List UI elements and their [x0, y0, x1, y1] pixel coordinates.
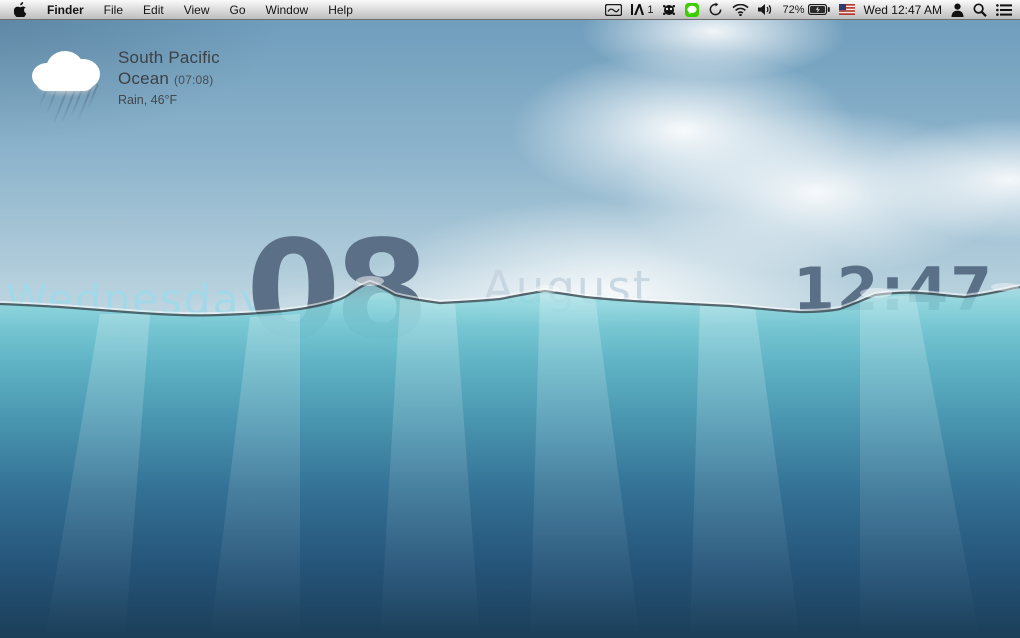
line-messenger-icon — [685, 3, 699, 17]
menu-bar: Finder File Edit View Go Window Help 1 — [0, 0, 1020, 20]
bug-icon — [662, 3, 676, 17]
menu-bar-status-area: 1 — [605, 0, 1020, 19]
apple-icon — [14, 2, 27, 17]
menu-extra-sync[interactable] — [708, 0, 723, 19]
menu-go[interactable]: Go — [220, 0, 256, 19]
ocean-water — [0, 269, 1020, 638]
search-icon — [973, 3, 987, 17]
menu-extra-input-flag[interactable] — [839, 0, 855, 19]
desktop-wallpaper[interactable]: Wednesday 08 August 12:47 — [0, 19, 1020, 638]
macos-desktop: Finder File Edit View Go Window Help 1 — [0, 0, 1020, 638]
menu-file[interactable]: File — [94, 0, 133, 19]
weather-location-line2: Ocean — [118, 69, 169, 88]
weather-widget: South Pacific Ocean (07:08) Rain, 46°F — [24, 41, 220, 125]
menu-extra-user[interactable] — [951, 0, 964, 19]
weather-report-time: (07:08) — [174, 73, 213, 87]
menu-clock[interactable]: Wed 12:47 AM — [864, 0, 943, 19]
battery-percent: 72% — [782, 4, 804, 16]
menu-finder[interactable]: Finder — [37, 0, 94, 19]
volume-icon — [758, 3, 773, 16]
app-a-icon — [631, 3, 644, 16]
clock-text: Wed 12:47 AM — [864, 3, 943, 17]
app-a-count: 1 — [647, 4, 653, 16]
display-wave-icon — [605, 4, 622, 16]
menu-bar-left: Finder File Edit View Go Window Help — [0, 0, 363, 19]
notification-center-icon — [996, 4, 1012, 16]
menu-edit[interactable]: Edit — [133, 0, 174, 19]
menu-extra-display[interactable] — [605, 0, 622, 19]
wifi-icon — [732, 4, 749, 16]
menu-extra-line[interactable] — [685, 0, 699, 19]
menu-extra-volume[interactable] — [758, 0, 773, 19]
menu-window[interactable]: Window — [256, 0, 319, 19]
menu-extra-battery[interactable]: 72% — [782, 0, 829, 19]
weather-location-line1: South Pacific — [118, 48, 220, 67]
menu-extra-app-a[interactable]: 1 — [631, 0, 653, 19]
menu-spotlight[interactable] — [973, 0, 987, 19]
user-icon — [951, 3, 964, 17]
battery-icon — [808, 4, 830, 15]
menu-view[interactable]: View — [174, 0, 220, 19]
apple-menu[interactable] — [12, 0, 37, 19]
sync-icon — [708, 2, 723, 17]
weather-conditions: Rain, 46°F — [118, 93, 220, 107]
menu-extra-bug[interactable] — [662, 0, 676, 19]
menu-notification-center[interactable] — [996, 0, 1012, 19]
weather-text: South Pacific Ocean (07:08) Rain, 46°F — [118, 47, 220, 125]
menu-help[interactable]: Help — [318, 0, 363, 19]
us-flag-icon — [839, 4, 855, 15]
rain-cloud-icon — [24, 41, 110, 125]
menu-extra-wifi[interactable] — [732, 0, 749, 19]
